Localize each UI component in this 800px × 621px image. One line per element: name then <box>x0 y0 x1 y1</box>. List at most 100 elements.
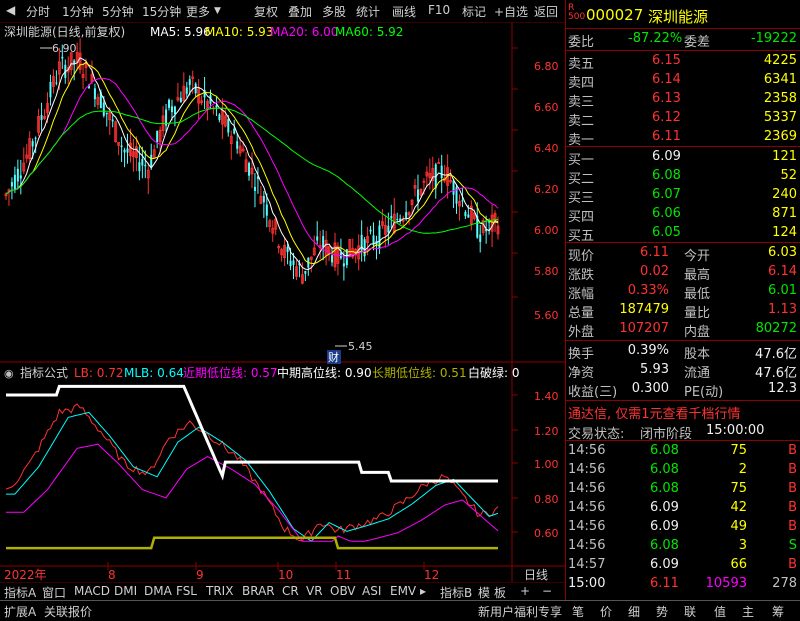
btn-fuquan[interactable]: 复权 <box>254 3 278 20</box>
tick-row[interactable]: 14:57 6.09 66 B <box>566 556 800 575</box>
zoom-in-icon[interactable]: + <box>520 584 530 598</box>
tab-vr[interactable]: VR <box>306 584 323 598</box>
tick-time: 14:56 <box>568 481 606 496</box>
tab-window[interactable]: 窗口 <box>42 584 66 601</box>
tick-row[interactable]: 14:56 6.09 49 B <box>566 518 800 537</box>
bid-row[interactable]: 买二 6.08 52 <box>566 167 800 187</box>
y-tick: 5.60 <box>534 309 559 322</box>
bid-row[interactable]: 买四 6.06 871 <box>566 205 800 225</box>
ask-row[interactable]: 卖二 6.12 5337 <box>566 109 800 129</box>
x-label-year: 2022年 <box>4 568 47 582</box>
btn-1min[interactable]: 1分钟 <box>62 3 94 20</box>
tab-trix[interactable]: TRIX <box>206 584 233 598</box>
tab-brar[interactable]: BRAR <box>242 584 275 598</box>
tick-volume: 10593 <box>705 576 747 591</box>
bid-volume: 121 <box>772 149 797 164</box>
btn-more[interactable]: 更多 <box>186 3 210 20</box>
period-label[interactable]: 日线 <box>524 568 548 582</box>
status-tab-linked[interactable]: 联 <box>684 603 696 620</box>
ind-low-near-label: 近期低位线: 0.57 <box>183 365 278 380</box>
weibi-row: 委比 -87.22% 委差 -19222 <box>568 31 797 50</box>
ind-y-tick: 0.80 <box>534 493 559 506</box>
status-tab-chips[interactable]: 筹 <box>772 603 784 620</box>
tick-side: B <box>788 443 797 458</box>
status-tab-trades[interactable]: 笔 <box>572 603 584 620</box>
btn-zixuan[interactable]: +自选 <box>494 3 528 20</box>
bid-row[interactable]: 买一 6.09 121 <box>566 148 800 168</box>
status-related-quote[interactable]: 关联报价 <box>44 603 92 620</box>
btn-5min[interactable]: 5分钟 <box>102 3 134 20</box>
stat-row[interactable]: 外盘 107207 内盘 80272 <box>566 320 800 340</box>
bid-row[interactable]: 买五 6.05 124 <box>566 224 800 244</box>
status-promo[interactable]: 新用户福利专享 <box>478 603 562 620</box>
tab-dmi[interactable]: DMI <box>114 584 137 598</box>
status-tab-trend[interactable]: 势 <box>656 603 668 620</box>
ask-row[interactable]: 卖五 6.15 4225 <box>566 52 800 72</box>
ind-low-long-label: 长期低位线: 0.51 <box>372 365 467 380</box>
tick-row[interactable]: 15:00 6.11 10593 278 <box>566 575 800 594</box>
status-tab-price[interactable]: 价 <box>600 603 612 620</box>
high-mark-label: 6.90 <box>52 42 77 55</box>
status-bar: 扩展A 关联报价 新用户福利专享 笔 价 细 势 联 值 主 筹 <box>0 600 800 621</box>
more-arrow-icon[interactable]: ◀ <box>6 3 15 17</box>
tab-indicator-a[interactable]: 指标A <box>4 584 36 601</box>
tick-time: 14:56 <box>568 462 606 477</box>
bid-row[interactable]: 买三 6.07 240 <box>566 186 800 206</box>
status-tab-value[interactable]: 值 <box>714 603 726 620</box>
btn-15min[interactable]: 15分钟 <box>142 3 181 20</box>
dropdown-icon[interactable]: ▼ <box>214 6 221 16</box>
tab-dma[interactable]: DMA <box>144 584 172 598</box>
stat-row[interactable]: 现价 6.11 今开 6.03 <box>566 244 800 264</box>
btn-back[interactable]: 返回 <box>534 3 558 20</box>
stat-row[interactable]: 涨跌 0.02 最高 6.14 <box>566 263 800 283</box>
bid-price: 6.06 <box>652 206 681 221</box>
status-expand-a[interactable]: 扩展A <box>4 603 36 620</box>
kline-chart-area[interactable]: 深圳能源(日线,前复权) MA5: 5.96 MA10: 5.93 MA20: … <box>0 22 565 582</box>
btn-biaoji[interactable]: 标记 <box>462 3 486 20</box>
btn-fenshi[interactable]: 分时 <box>26 3 50 20</box>
x-label-month: 10 <box>278 568 293 582</box>
kline-chart[interactable]: 深圳能源(日线,前复权) MA5: 5.96 MA10: 5.93 MA20: … <box>0 22 565 582</box>
tab-cr[interactable]: CR <box>282 584 299 598</box>
fund-row[interactable]: 净资 5.93 流通 47.6亿 <box>566 361 800 381</box>
fund-row[interactable]: 换手 0.39% 股本 47.6亿 <box>566 342 800 362</box>
tick-side: B <box>788 481 797 496</box>
tick-row[interactable]: 14:56 6.08 75 B <box>566 442 800 461</box>
tick-row[interactable]: 14:56 6.08 2 B <box>566 461 800 480</box>
btn-diejia[interactable]: 叠加 <box>288 3 312 20</box>
tab-asi[interactable]: ASI <box>362 584 381 598</box>
fund-row[interactable]: 收益(三) 0.300 PE(动) 12.3 <box>566 380 800 400</box>
indicator-name[interactable]: 指标公式 <box>20 365 68 380</box>
price-axis: 6.80 6.60 6.40 6.20 6.00 5.80 5.60 <box>534 60 559 322</box>
fund-label: 收益(三) <box>568 385 618 400</box>
stat-row[interactable]: 涨幅 0.33% 最低 6.01 <box>566 282 800 302</box>
tick-row[interactable]: 14:56 6.08 75 B <box>566 480 800 499</box>
tab-macd[interactable]: MACD <box>74 584 110 598</box>
tick-row[interactable]: 14:56 6.09 42 B <box>566 499 800 518</box>
btn-duogu[interactable]: 多股 <box>322 3 346 20</box>
tick-side: S <box>788 538 797 553</box>
btn-tongji[interactable]: 统计 <box>356 3 380 20</box>
ask-row[interactable]: 卖一 6.11 2369 <box>566 128 800 148</box>
btn-f10[interactable]: F10 <box>428 3 450 17</box>
zoom-out-icon[interactable]: − <box>542 584 552 598</box>
tab-board[interactable]: 板 <box>494 584 506 601</box>
tab-obv[interactable]: OBV <box>330 584 356 598</box>
indicator-menu-icon[interactable]: ◉ <box>4 367 14 380</box>
tab-scroll-icon[interactable]: ▸ <box>420 584 426 598</box>
y-tick: 6.20 <box>534 183 559 196</box>
status-tab-main[interactable]: 主 <box>742 603 754 620</box>
promo-banner[interactable]: 通达信, 仅需1元查看千档行情 <box>566 402 800 422</box>
ask-row[interactable]: 卖四 6.14 6341 <box>566 71 800 91</box>
tick-row[interactable]: 14:56 6.08 3 S <box>566 537 800 556</box>
status-tab-detail[interactable]: 细 <box>628 603 640 620</box>
stat-row[interactable]: 总量 187479 量比 1.13 <box>566 301 800 321</box>
ask-row[interactable]: 卖三 6.13 2358 <box>566 90 800 110</box>
tab-fsl[interactable]: FSL <box>176 584 197 598</box>
bid-volume: 52 <box>780 168 797 183</box>
tab-template[interactable]: 模 <box>478 584 490 601</box>
tab-indicator-b[interactable]: 指标B <box>440 584 472 601</box>
btn-huaxian[interactable]: 画线 <box>392 3 416 20</box>
stock-name[interactable]: 深圳能源 <box>648 6 708 27</box>
tab-emv[interactable]: EMV <box>390 584 416 598</box>
